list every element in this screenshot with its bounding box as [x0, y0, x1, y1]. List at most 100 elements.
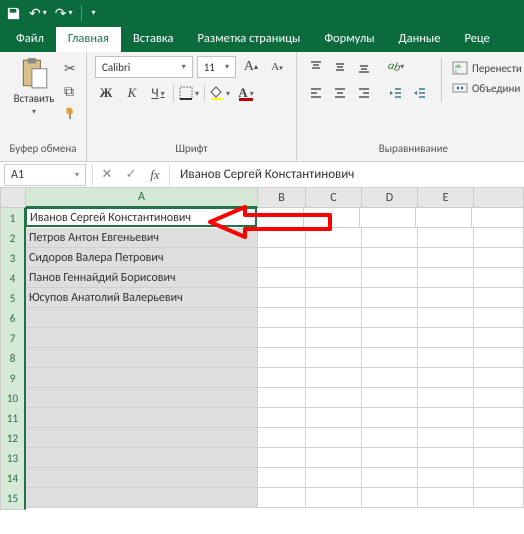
column-header-C[interactable]: C [306, 188, 362, 208]
cell[interactable] [362, 468, 418, 488]
row-header-4[interactable]: 4 [0, 268, 26, 290]
cell[interactable] [362, 288, 418, 308]
cell[interactable]: Панов Геннайдий Борисович [26, 268, 258, 288]
cell[interactable] [418, 348, 474, 368]
cell[interactable] [474, 468, 524, 488]
paste-button[interactable]: Вставить ▾ [8, 56, 60, 117]
cancel-formula-icon[interactable]: ✕ [95, 164, 119, 186]
cut-icon[interactable]: ✂ [64, 60, 78, 77]
cell[interactable] [258, 288, 306, 308]
cell[interactable] [418, 448, 474, 468]
cell[interactable] [258, 328, 306, 348]
cell[interactable] [306, 248, 362, 268]
tab-page-layout[interactable]: Разметка страницы [185, 27, 312, 52]
merge-center-button[interactable]: Объедини [452, 80, 522, 96]
font-color-button[interactable]: A ▾ [235, 82, 257, 104]
cell[interactable] [306, 468, 362, 488]
cell[interactable] [362, 268, 418, 288]
tab-formulas[interactable]: Формулы [312, 27, 386, 52]
cell[interactable] [26, 488, 258, 508]
cell[interactable] [258, 468, 306, 488]
cell[interactable] [26, 368, 258, 388]
column-header-E[interactable]: E [418, 188, 474, 208]
decrease-font-button[interactable]: A▾ [266, 56, 288, 78]
cell[interactable] [474, 308, 524, 328]
cell[interactable] [362, 448, 418, 468]
cell[interactable] [362, 228, 418, 248]
cell[interactable] [418, 408, 474, 428]
cell[interactable] [474, 428, 524, 448]
row-header-9[interactable]: 9 [0, 368, 26, 390]
cell[interactable]: Иванов Сергей Константинович [25, 207, 257, 227]
font-name-select[interactable]: Calibri▾ [95, 56, 193, 78]
row-header-15[interactable]: 15 [0, 488, 26, 510]
cell[interactable] [474, 288, 524, 308]
cell[interactable] [306, 388, 362, 408]
cell[interactable] [26, 428, 258, 448]
cell[interactable] [26, 348, 258, 368]
cell[interactable] [474, 268, 524, 288]
cell[interactable]: Сидоров Валера Петрович [26, 248, 258, 268]
cell[interactable] [26, 448, 258, 468]
tab-home[interactable]: Главная [56, 27, 121, 52]
row-header-6[interactable]: 6 [0, 308, 26, 330]
cell[interactable] [474, 448, 524, 468]
align-right-button[interactable] [353, 82, 375, 104]
cell[interactable] [306, 228, 362, 248]
cell[interactable] [474, 328, 524, 348]
row-header-11[interactable]: 11 [0, 408, 26, 430]
cell[interactable] [304, 208, 360, 228]
cell[interactable] [418, 428, 474, 448]
cell[interactable] [362, 308, 418, 328]
cell[interactable] [474, 348, 524, 368]
redo-icon[interactable]: ↷▾ [55, 5, 73, 22]
row-header-10[interactable]: 10 [0, 388, 26, 410]
fill-color-button[interactable]: ▾ [209, 82, 231, 104]
cell[interactable] [258, 408, 306, 428]
row-header-7[interactable]: 7 [0, 328, 26, 350]
align-middle-button[interactable] [329, 56, 351, 78]
cell[interactable] [362, 408, 418, 428]
row-header-5[interactable]: 5 [0, 288, 26, 310]
select-all-corner[interactable] [0, 188, 26, 208]
formula-input[interactable]: Иванов Сергей Константинович [172, 167, 524, 182]
undo-icon[interactable]: ↶▾ [29, 5, 47, 22]
cell[interactable] [418, 328, 474, 348]
cell[interactable] [418, 288, 474, 308]
decrease-indent-button[interactable] [385, 82, 407, 104]
row-header-13[interactable]: 13 [0, 448, 26, 470]
cell[interactable] [418, 228, 474, 248]
cell[interactable] [258, 448, 306, 468]
cell[interactable] [306, 428, 362, 448]
qat-customize-icon[interactable]: ▾ [90, 8, 96, 18]
cell[interactable] [362, 348, 418, 368]
cell[interactable] [258, 248, 306, 268]
cell[interactable]: Петров Антон Евгеньевич [26, 228, 258, 248]
cell[interactable] [416, 208, 472, 228]
row-header-14[interactable]: 14 [0, 468, 26, 490]
cell[interactable] [306, 308, 362, 328]
cell[interactable] [474, 248, 524, 268]
cell[interactable] [26, 408, 258, 428]
wrap-text-button[interactable]: abc Перенести [452, 60, 522, 76]
cell[interactable] [418, 368, 474, 388]
border-button[interactable]: ▾ [178, 82, 200, 104]
cell[interactable] [258, 488, 306, 508]
column-header[interactable] [474, 188, 524, 208]
cell[interactable] [418, 388, 474, 408]
cell[interactable] [258, 268, 306, 288]
cell[interactable] [258, 348, 306, 368]
cell[interactable] [306, 348, 362, 368]
cell[interactable] [362, 368, 418, 388]
row-header-8[interactable]: 8 [0, 348, 26, 370]
cell[interactable] [306, 368, 362, 388]
cell[interactable] [418, 248, 474, 268]
increase-font-button[interactable]: A▴ [240, 56, 262, 78]
cell[interactable]: Юсупов Анатолий Валерьевич [26, 288, 258, 308]
cell[interactable] [306, 408, 362, 428]
align-left-button[interactable] [305, 82, 327, 104]
row-header-1[interactable]: 1 [0, 208, 26, 230]
align-bottom-button[interactable] [353, 56, 375, 78]
enter-formula-icon[interactable]: ✓ [119, 164, 143, 186]
cell[interactable] [418, 308, 474, 328]
